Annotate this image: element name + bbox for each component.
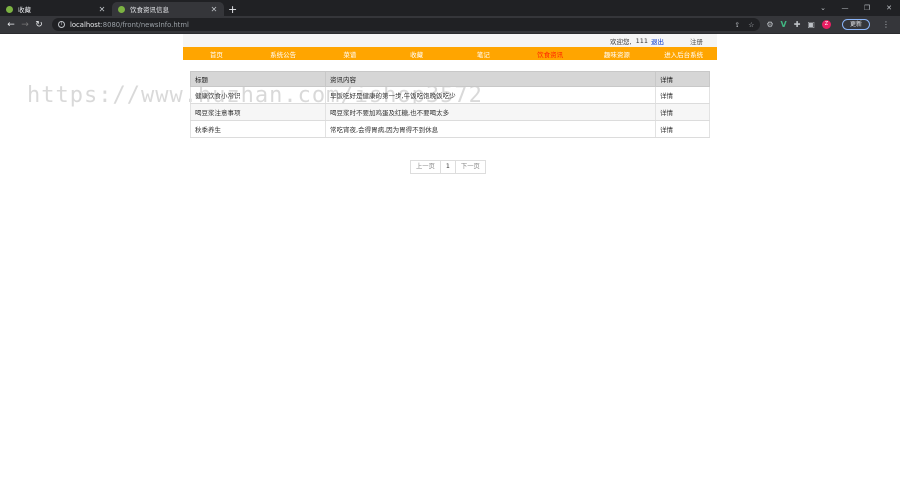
profile-avatar[interactable]: Z	[821, 20, 831, 29]
browser-tab-bar: 收藏 ✕ 饮食资讯信息 ✕ + ⌄ — ❐ ✕	[0, 0, 900, 16]
update-button[interactable]: 更新	[841, 19, 870, 30]
nav-item-announcements[interactable]: 系统公告	[250, 49, 317, 59]
nav-item-diet-news[interactable]: 饮食资讯	[517, 49, 584, 59]
table-row: 喝豆浆注意事项 喝豆浆时不要加鸡蛋及红糖,也不要喝太多 详情	[190, 103, 710, 121]
detail-link[interactable]: 详情	[655, 86, 710, 104]
new-tab-button[interactable]: +	[228, 3, 237, 16]
site-info-icon[interactable]: i	[58, 21, 65, 28]
table-header-row: 标题 资讯内容 详情	[190, 71, 710, 87]
news-table: 标题 资讯内容 详情 健康饮食小常识 早饭吃好是健康的第一步,午饭吃饱晚饭吃少 …	[190, 71, 710, 138]
minimize-icon[interactable]: —	[834, 4, 856, 12]
url-host: localhost	[70, 20, 101, 29]
browser-toolbar: ← → ↻ i localhost :8080/front/newsInfo.h…	[0, 16, 900, 34]
browser-tab-favorites[interactable]: 收藏 ✕	[0, 2, 112, 16]
news-content: 常吃宵夜,会得胃病,因为胃得不到休息	[325, 120, 656, 138]
news-content: 喝豆浆时不要加鸡蛋及红糖,也不要喝太多	[325, 103, 656, 121]
browser-tab-news[interactable]: 饮食资讯信息 ✕	[112, 2, 224, 16]
page-content: https://www.huzhan.com/ishop3572 欢迎您, 11…	[0, 34, 900, 482]
tab-title: 饮食资讯信息	[130, 6, 169, 14]
username: 111	[635, 36, 648, 45]
close-window-icon[interactable]: ✕	[878, 4, 900, 12]
forward-arrow-icon[interactable]: →	[18, 20, 32, 30]
url-path: :8080/front/newsInfo.html	[100, 20, 189, 29]
restore-icon[interactable]: ❐	[856, 4, 878, 12]
main-nav: 首页 系统公告 菜谱 收藏 笔记 饮食资讯 趣味资源 进入后台系统	[183, 47, 717, 60]
register-link[interactable]: 注册	[690, 36, 703, 46]
detail-link[interactable]: 详情	[655, 120, 710, 138]
sidepanel-icon[interactable]: ▣	[807, 20, 815, 29]
tab-search-icon[interactable]: ⌄	[812, 4, 834, 12]
logout-link[interactable]: 退出	[651, 36, 664, 46]
nav-item-admin[interactable]: 进入后台系统	[650, 49, 717, 59]
close-tab-icon[interactable]: ✕	[210, 5, 218, 14]
vue-devtools-icon[interactable]: V	[781, 20, 787, 29]
nav-item-favorites[interactable]: 收藏	[383, 49, 450, 59]
extensions-puzzle-icon[interactable]: ✚	[794, 20, 801, 29]
detail-link[interactable]: 详情	[655, 103, 710, 121]
current-page[interactable]: 1	[439, 160, 456, 174]
site-favicon-icon	[6, 5, 13, 13]
nav-item-recipes[interactable]: 菜谱	[317, 49, 384, 59]
prev-page-button[interactable]: 上一页	[410, 160, 441, 174]
extensions-area: ⚙ V ✚ ▣ Z 更新 ⋮	[766, 19, 890, 30]
news-title: 喝豆浆注意事项	[190, 103, 326, 121]
user-bar: 欢迎您, 111 退出 注册	[183, 34, 717, 47]
table-row: 秋季养生 常吃宵夜,会得胃病,因为胃得不到休息 详情	[190, 120, 710, 138]
news-content: 早饭吃好是健康的第一步,午饭吃饱晚饭吃少	[325, 86, 656, 104]
news-title: 秋季养生	[190, 120, 326, 138]
address-bar[interactable]: i localhost :8080/front/newsInfo.html ⇪ …	[52, 18, 761, 31]
settings-gear-icon[interactable]: ⚙	[766, 20, 773, 29]
pagination: 上一页 1 下一页	[410, 160, 486, 174]
column-header-detail: 详情	[655, 71, 710, 87]
column-header-content: 资讯内容	[325, 71, 656, 87]
back-arrow-icon[interactable]: ←	[4, 20, 18, 30]
nav-item-notes[interactable]: 笔记	[450, 49, 517, 59]
nav-item-home[interactable]: 首页	[183, 49, 250, 59]
column-header-title: 标题	[190, 71, 326, 87]
nav-item-fun-resources[interactable]: 趣味资源	[584, 49, 651, 59]
welcome-text: 欢迎您,	[610, 37, 632, 46]
news-title: 健康饮食小常识	[190, 86, 326, 104]
next-page-button[interactable]: 下一页	[454, 160, 486, 174]
close-tab-icon[interactable]: ✕	[98, 5, 106, 14]
bookmark-star-icon[interactable]: ☆	[748, 21, 754, 29]
tab-title: 收藏	[18, 6, 31, 14]
window-controls: ⌄ — ❐ ✕	[812, 0, 900, 16]
site-favicon-icon	[118, 5, 125, 13]
share-icon[interactable]: ⇪	[735, 21, 741, 29]
menu-dots-icon[interactable]: ⋮	[882, 20, 890, 29]
table-row: 健康饮食小常识 早饭吃好是健康的第一步,午饭吃饱晚饭吃少 详情	[190, 86, 710, 104]
reload-icon[interactable]: ↻	[32, 20, 46, 30]
